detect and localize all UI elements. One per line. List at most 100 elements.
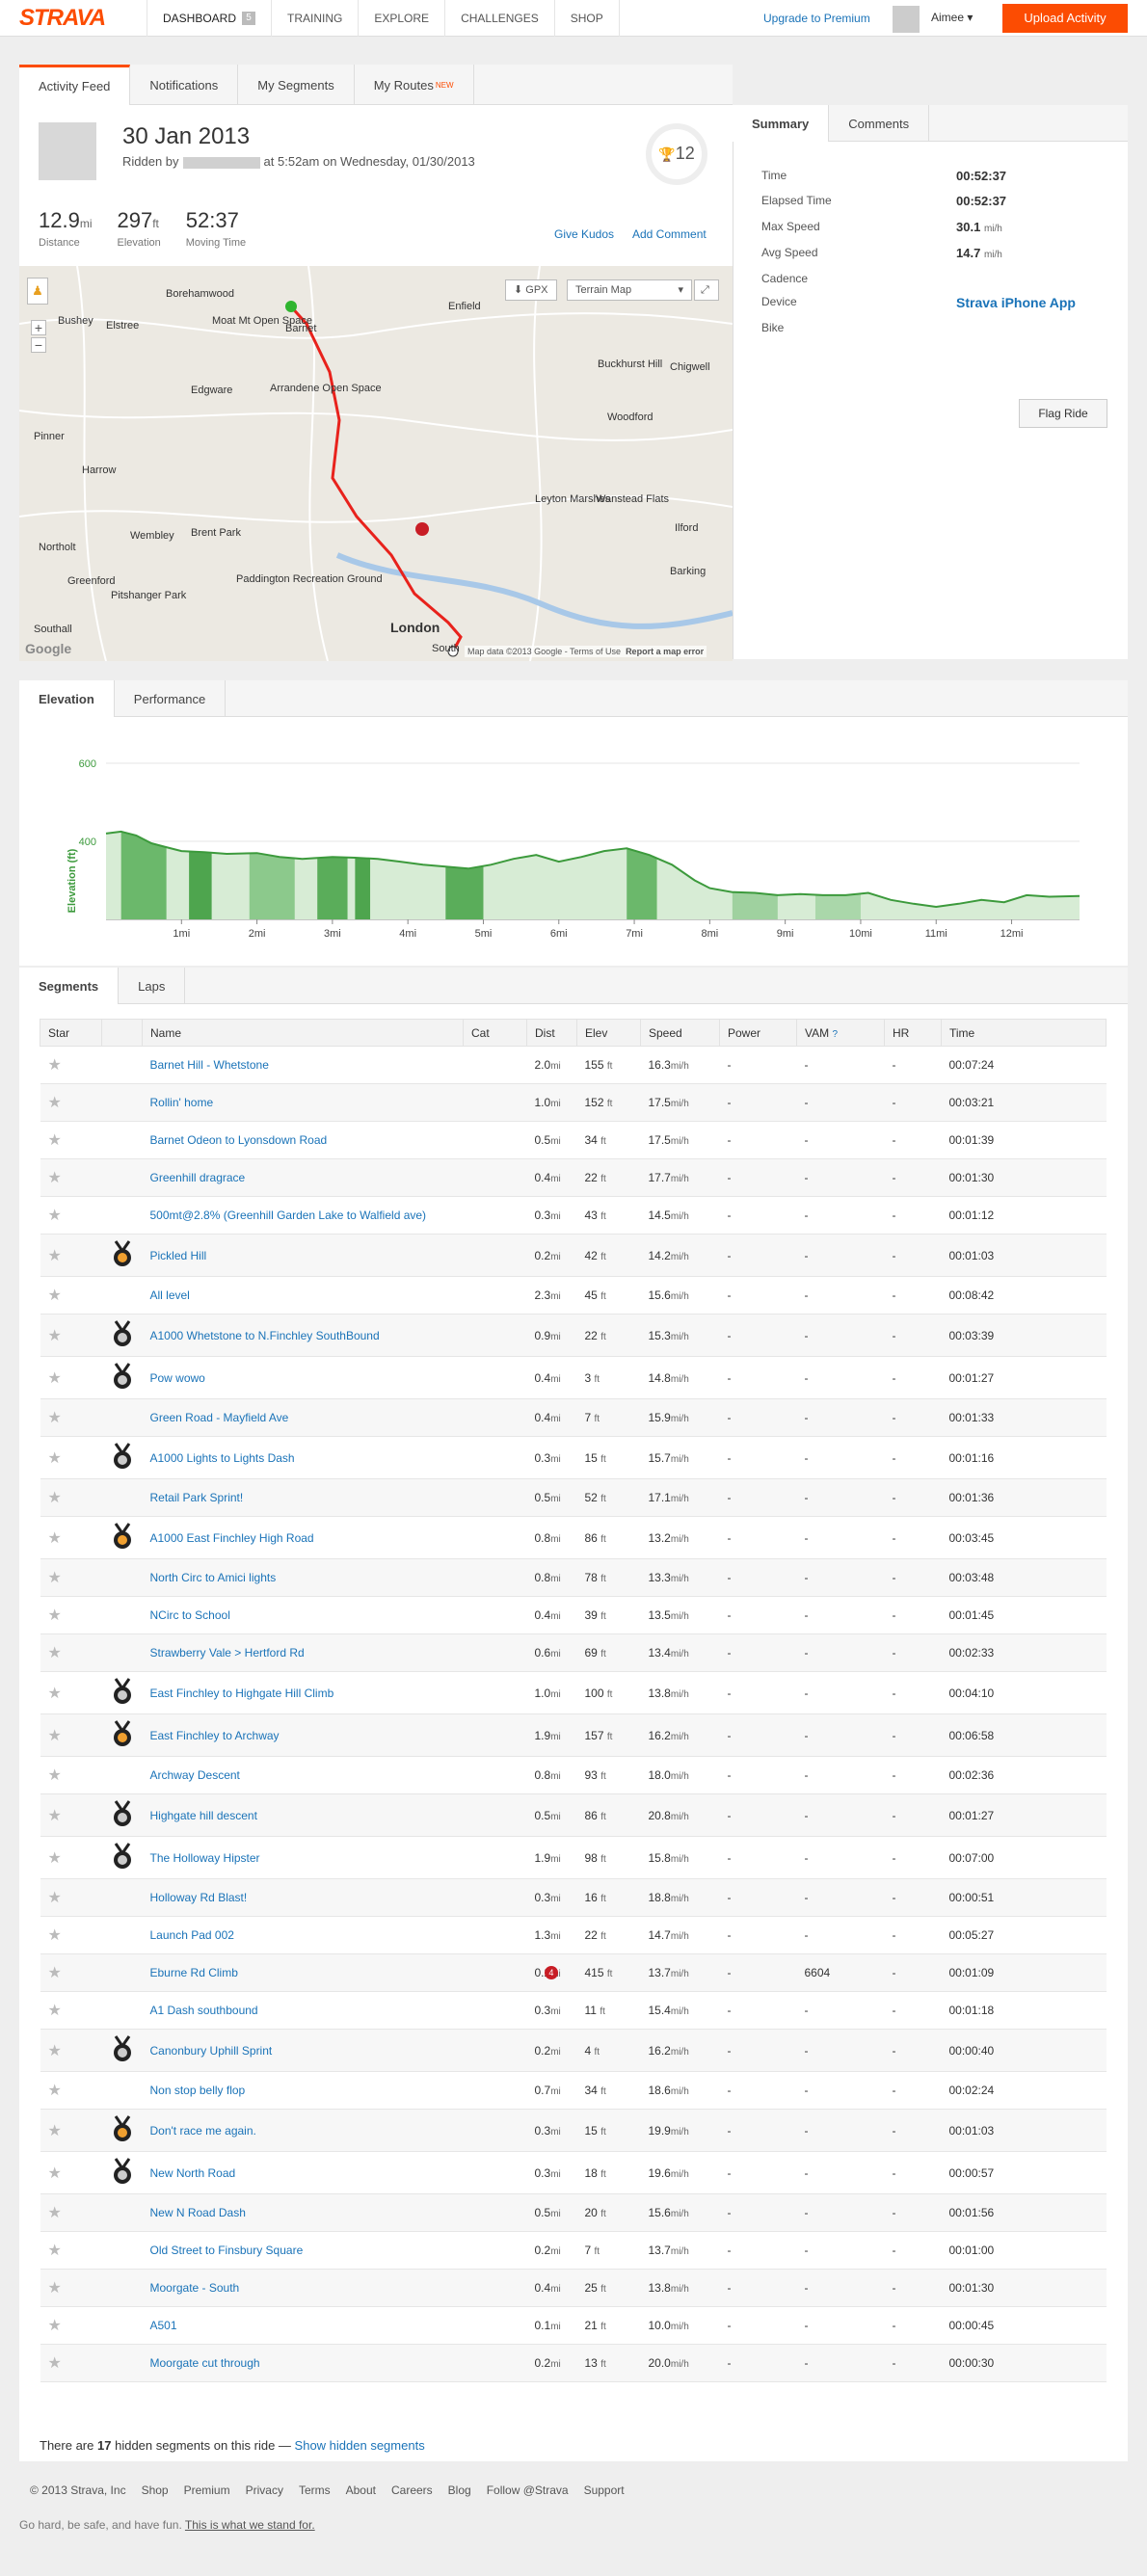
- segment-row[interactable]: ★ A1 Dash southbound 0.3mi 11 ft 15.4mi/h - - -…: [40, 1991, 1107, 2030]
- segment-name-link[interactable]: Barnet Odeon to Lyonsdown Road: [150, 1133, 328, 1147]
- star-icon[interactable]: ★: [48, 1208, 62, 1224]
- segment-name-cell[interactable]: Eburne Rd Climb 4: [142, 1953, 558, 1992]
- segment-name-link[interactable]: Rollin' home: [150, 1096, 214, 1109]
- segment-row[interactable]: ★ All level 2.3mi 45 ft 15.6mi/h - - -00:08:42: [40, 1276, 1107, 1315]
- star-icon[interactable]: ★: [48, 1410, 62, 1426]
- segment-row[interactable]: ★ Retail Park Sprint! 0.5mi 52 ft 17.1mi/h - -…: [40, 1478, 1107, 1517]
- help-icon[interactable]: ?: [832, 1029, 838, 1040]
- star-cell[interactable]: ★: [40, 2231, 102, 2270]
- segment-name-link[interactable]: Old Street to Finsbury Square: [150, 2244, 304, 2257]
- segment-row[interactable]: ★ Non stop belly flop 0.7mi 34 ft 18.6mi/h - -…: [40, 2071, 1107, 2110]
- segment-name-link[interactable]: Don't race me again.: [150, 2124, 256, 2138]
- star-icon[interactable]: ★: [48, 1450, 62, 1467]
- tab-notifications[interactable]: Notifications: [130, 65, 239, 105]
- add-comment-link[interactable]: Add Comment: [632, 227, 707, 241]
- tab-activity-feed[interactable]: Activity Feed: [19, 65, 131, 105]
- segment-row[interactable]: ★ Green Road - Mayfield Ave 0.4mi 7 ft 15.9m…: [40, 1398, 1107, 1437]
- fullscreen-button[interactable]: ⤢: [694, 279, 719, 301]
- star-cell[interactable]: ★: [40, 1596, 102, 1634]
- segment-row[interactable]: ★ East Finchley to Archway 1.9mi 157 ft 16.2…: [40, 1713, 1107, 1757]
- segment-name-cell[interactable]: The Holloway Hipster: [142, 1836, 464, 1879]
- segment-name-link[interactable]: A1000 East Finchley High Road: [150, 1531, 314, 1545]
- col-cat[interactable]: Cat: [463, 1019, 527, 1047]
- footer-link[interactable]: About: [346, 2483, 376, 2497]
- segment-row[interactable]: ★ Pickled Hill 0.2mi 42 ft 14.2mi/h - - -00:01:…: [40, 1234, 1107, 1277]
- star-icon[interactable]: ★: [48, 1767, 62, 1784]
- tab-summary[interactable]: Summary: [733, 105, 830, 142]
- star-cell[interactable]: ★: [40, 1991, 102, 2030]
- pegman-control[interactable]: ♟: [27, 278, 48, 305]
- star-cell[interactable]: ★: [40, 2193, 102, 2232]
- segment-row[interactable]: ★ Greenhill dragrace 0.4mi 22 ft 17.7mi/h - - -…: [40, 1158, 1107, 1197]
- footer-link[interactable]: Shop: [142, 2483, 169, 2497]
- segment-name-cell[interactable]: Green Road - Mayfield Ave: [142, 1398, 464, 1437]
- segment-name-cell[interactable]: Archway Descent: [142, 1756, 464, 1794]
- star-cell[interactable]: ★: [40, 1953, 102, 1992]
- star-cell[interactable]: ★: [40, 1234, 102, 1277]
- star-icon[interactable]: ★: [48, 1570, 62, 1586]
- star-icon[interactable]: ★: [48, 1370, 62, 1387]
- footer-link[interactable]: Blog: [448, 2483, 471, 2497]
- strava-logo[interactable]: STRAVA: [0, 5, 147, 32]
- star-cell[interactable]: ★: [40, 1083, 102, 1122]
- segment-row[interactable]: ★ 500mt@2.8% (Greenhill Garden Lake to Wa…: [40, 1196, 1107, 1235]
- tab-performance[interactable]: Performance: [115, 680, 227, 717]
- segment-row[interactable]: ★ NCirc to School 0.4mi 39 ft 13.5mi/h - - -00:…: [40, 1596, 1107, 1634]
- avatar[interactable]: [893, 6, 920, 33]
- segment-row[interactable]: ★ Don't race me again. 0.3mi 15 ft 19.9mi/h -…: [40, 2109, 1107, 2152]
- segment-row[interactable]: ★ A1000 Lights to Lights Dash 0.3mi 15 ft 15…: [40, 1436, 1107, 1479]
- upgrade-link[interactable]: Upgrade to Premium: [763, 12, 870, 25]
- star-icon[interactable]: ★: [48, 1095, 62, 1111]
- upload-activity-button[interactable]: Upload Activity: [1002, 4, 1128, 33]
- segment-row[interactable]: ★ Launch Pad 002 1.3mi 22 ft 14.7mi/h - - -00:0…: [40, 1916, 1107, 1954]
- footer-link[interactable]: Support: [584, 2483, 625, 2497]
- star-cell[interactable]: ★: [40, 2306, 102, 2345]
- star-icon[interactable]: ★: [48, 1645, 62, 1661]
- tab-my-routes[interactable]: My Routes NEW: [355, 65, 474, 105]
- segment-name-link[interactable]: NCirc to School: [150, 1608, 230, 1622]
- star-cell[interactable]: ★: [40, 1314, 102, 1357]
- segment-name-link[interactable]: 500mt@2.8% (Greenhill Garden Lake to Wal…: [150, 1208, 427, 1222]
- star-icon[interactable]: ★: [48, 1808, 62, 1824]
- nav-explore[interactable]: EXPLORE: [358, 0, 444, 37]
- segment-name-link[interactable]: Highgate hill descent: [150, 1809, 257, 1822]
- star-icon[interactable]: ★: [48, 1288, 62, 1304]
- flag-ride-button[interactable]: Flag Ride: [1019, 399, 1107, 428]
- segment-name-link[interactable]: Holloway Rd Blast!: [150, 1891, 248, 1904]
- segment-name-link[interactable]: A501: [150, 2319, 177, 2332]
- route-segment-marker[interactable]: [415, 522, 429, 536]
- col-dist[interactable]: Dist: [526, 1019, 577, 1047]
- segment-row[interactable]: ★ Old Street to Finsbury Square 0.2mi 7 ft 1…: [40, 2231, 1107, 2270]
- star-icon[interactable]: ★: [48, 1248, 62, 1264]
- segment-name-cell[interactable]: Holloway Rd Blast!: [142, 1878, 464, 1917]
- star-icon[interactable]: ★: [48, 2165, 62, 2182]
- segment-row[interactable]: ★ Rollin' home 1.0mi 152 ft 17.5mi/h - - -00:03…: [40, 1083, 1107, 1122]
- segment-row[interactable]: ★ Archway Descent 0.8mi 93 ft 18.0mi/h - - -00:…: [40, 1756, 1107, 1794]
- star-cell[interactable]: ★: [40, 1756, 102, 1794]
- segment-row[interactable]: ★ New North Road 0.3mi 18 ft 19.6mi/h - - -00:0…: [40, 2151, 1107, 2194]
- achievements-badge[interactable]: 🏆12: [646, 123, 707, 185]
- segment-name-cell[interactable]: 500mt@2.8% (Greenhill Garden Lake to Wal…: [142, 1196, 464, 1235]
- device-link[interactable]: Strava iPhone App: [956, 295, 1076, 310]
- segment-name-cell[interactable]: Retail Park Sprint!: [142, 1478, 464, 1517]
- segment-row[interactable]: ★ A501 0.1mi 21 ft 10.0mi/h - - -00:00:45: [40, 2306, 1107, 2345]
- segment-name-link[interactable]: All level: [150, 1288, 190, 1302]
- star-cell[interactable]: ★: [40, 1878, 102, 1917]
- star-cell[interactable]: ★: [40, 2269, 102, 2307]
- tab-laps[interactable]: Laps: [119, 968, 186, 1004]
- tab-segments[interactable]: Segments: [19, 968, 120, 1004]
- map-type-select[interactable]: Terrain Map ▾: [567, 279, 692, 301]
- segment-name-cell[interactable]: Don't race me again.: [142, 2109, 464, 2152]
- segment-name-link[interactable]: Barnet Hill - Whetstone: [150, 1058, 269, 1072]
- star-icon[interactable]: ★: [48, 1686, 62, 1702]
- star-cell[interactable]: ★: [40, 2151, 102, 2194]
- segment-name-cell[interactable]: Greenhill dragrace: [142, 1158, 464, 1197]
- col-power[interactable]: Power: [719, 1019, 797, 1047]
- segment-row[interactable]: ★ Barnet Odeon to Lyonsdown Road 0.5mi 34 f…: [40, 1121, 1107, 1159]
- nav-dashboard[interactable]: DASHBOARD 5: [147, 0, 271, 37]
- nav-training[interactable]: TRAINING: [271, 0, 358, 37]
- segment-name-cell[interactable]: Non stop belly flop: [142, 2071, 464, 2110]
- report-map-error-link[interactable]: Report a map error: [626, 647, 704, 656]
- give-kudos-link[interactable]: Give Kudos: [554, 227, 614, 241]
- star-cell[interactable]: ★: [40, 1671, 102, 1714]
